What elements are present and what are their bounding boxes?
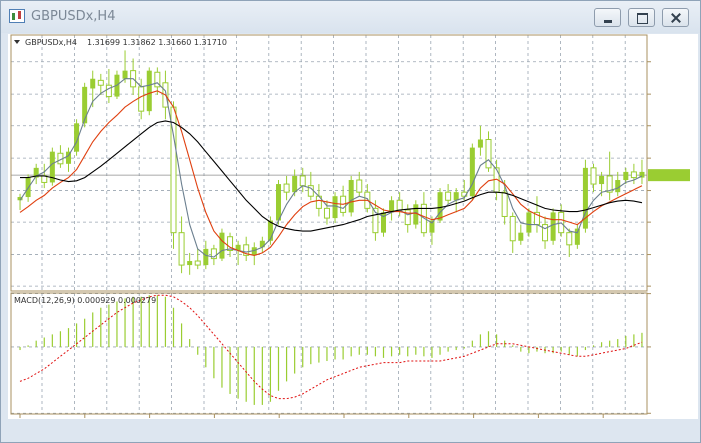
candle-bearish	[356, 179, 363, 193]
candle-bearish	[509, 215, 516, 242]
candle-bullish	[550, 212, 556, 241]
chart-window: GBPUSDx,H4 GBPUSDx,H4 1.31699 1.31862 1.…	[0, 0, 701, 443]
candle-bullish	[623, 171, 629, 181]
chart-area[interactable]: GBPUSDx,H4 1.31699 1.31862 1.31660 1.317…	[1, 1, 700, 442]
candle-bullish	[453, 192, 459, 201]
candle-bullish	[292, 175, 298, 193]
candle-bullish	[203, 248, 209, 266]
candle-bullish	[469, 147, 475, 197]
candle-bullish	[122, 70, 128, 79]
candle-bearish	[542, 224, 549, 242]
candle-bullish	[275, 184, 282, 221]
candle-bearish	[41, 175, 48, 183]
candle-bullish	[259, 240, 265, 248]
candle-bullish	[574, 228, 580, 245]
candle-bullish	[477, 139, 483, 148]
candle-bearish	[404, 209, 411, 226]
candle-bearish	[138, 86, 145, 112]
candle-bullish	[389, 200, 395, 213]
candle-bearish	[323, 207, 330, 219]
candle-bearish	[178, 232, 185, 266]
candle-bullish	[219, 232, 225, 259]
candle-bullish	[90, 78, 96, 89]
candle-bullish	[82, 86, 88, 124]
candle-bullish	[332, 196, 338, 219]
candle-bearish	[194, 260, 201, 266]
candle-bullish	[437, 192, 443, 221]
candle-bearish	[485, 139, 492, 169]
candle-bearish	[105, 84, 112, 98]
candle-bullish	[526, 212, 532, 233]
candle-bullish	[615, 180, 621, 193]
candle-bearish	[590, 167, 597, 185]
candle-bullish	[518, 232, 524, 241]
candle-bearish	[566, 232, 573, 246]
current-price-tag	[648, 169, 690, 182]
candle-bearish	[97, 79, 104, 86]
chart-symbol-label: GBPUSDx,H4	[25, 38, 77, 47]
candle-bullish	[187, 261, 193, 266]
candle-bearish	[501, 191, 508, 217]
candle-bearish	[396, 199, 403, 211]
ohlc-readout: 1.31699 1.31862 1.31660 1.31710	[87, 38, 227, 47]
candle-bullish	[146, 70, 152, 112]
macd-label: MACD(12,26,9) 0.000929 0.000279	[14, 296, 156, 305]
candle-bearish	[299, 175, 306, 187]
candle-bearish	[445, 191, 452, 201]
candle-bearish	[283, 183, 290, 193]
candle-bullish	[348, 180, 354, 213]
candle-bullish	[599, 175, 605, 185]
candle-bearish	[630, 171, 637, 179]
